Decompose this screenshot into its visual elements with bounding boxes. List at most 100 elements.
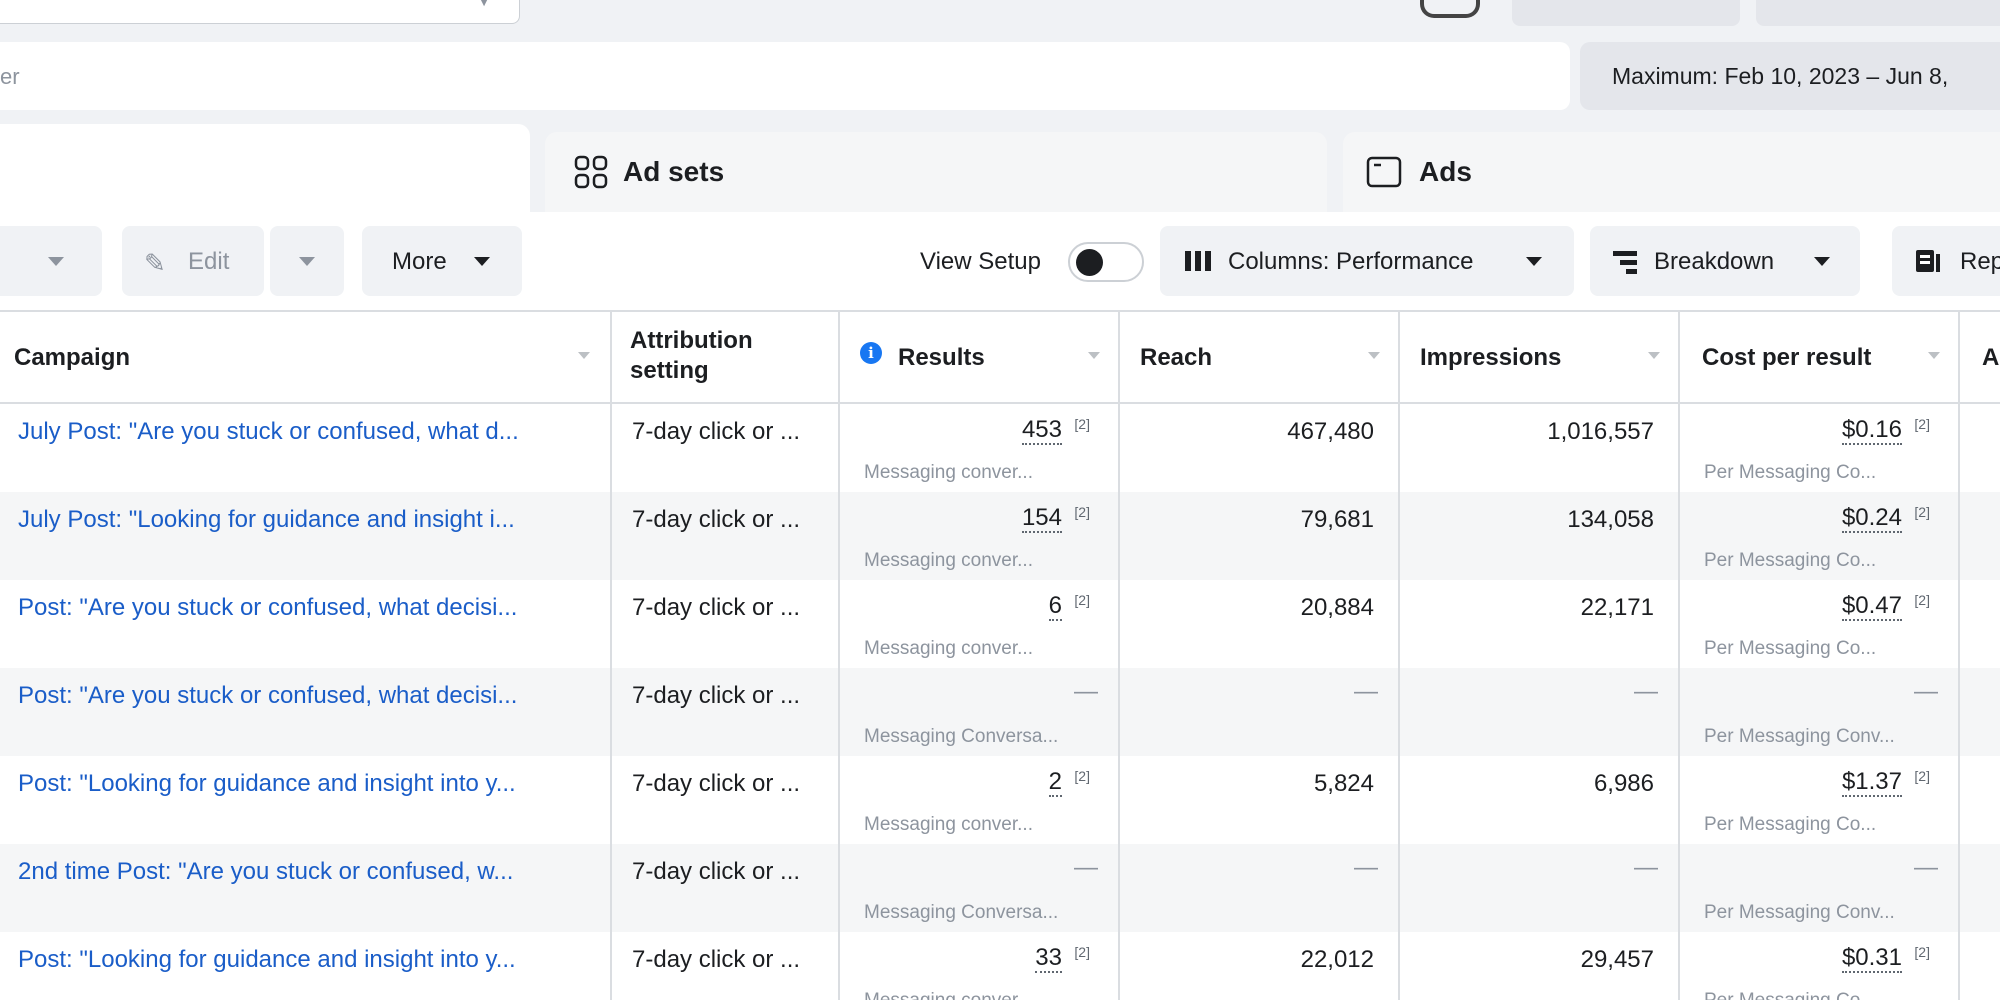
edit-button[interactable]: ✎ Edit <box>122 226 264 296</box>
reach-value: 467,480 <box>1287 418 1374 445</box>
results-value[interactable]: 453 <box>1021 418 1062 445</box>
header-cost-per-result[interactable]: Cost per result <box>1680 312 1960 402</box>
table-row[interactable]: Post: "Are you stuck or confused, what d… <box>0 580 2000 668</box>
more-label: More <box>392 248 447 275</box>
next-cell <box>1960 932 2000 1000</box>
tab-ads[interactable]: Ads <box>1343 132 2000 222</box>
results-value[interactable]: 154 <box>1021 506 1062 533</box>
impressions-cell: 6,986 <box>1400 756 1680 844</box>
table-row[interactable]: Post: "Are you stuck or confused, what d… <box>0 668 2000 756</box>
campaign-name-link[interactable]: Post: "Looking for guidance and insight … <box>18 946 516 974</box>
results-cell: — Messaging Conversa... <box>840 844 1120 932</box>
edit-dropdown-button[interactable] <box>270 226 344 296</box>
next-cell <box>1960 580 2000 668</box>
cost-footnote: [2] <box>1914 768 1930 784</box>
results-type: Messaging Conversa... <box>864 902 1059 923</box>
impressions-value: — <box>1634 678 1658 705</box>
results-value[interactable]: 6 <box>1048 594 1062 621</box>
cost-cell: $0.16 [2] Per Messaging Co... <box>1680 404 1960 492</box>
cost-value[interactable]: $0.24 <box>1841 506 1902 533</box>
attribution-cell: 7-day click or ... <box>612 580 840 668</box>
campaign-name-link[interactable]: July Post: "Are you stuck or confused, w… <box>18 418 519 446</box>
top-button-1[interactable] <box>1512 0 1740 26</box>
campaign-name-link[interactable]: Post: "Looking for guidance and insight … <box>18 770 516 798</box>
date-range-button[interactable]: Maximum: Feb 10, 2023 – Jun 8, <box>1580 42 2000 110</box>
results-type: Messaging conver... <box>864 638 1033 659</box>
results-value[interactable]: 33 <box>1035 946 1062 973</box>
impressions-cell: 1,016,557 <box>1400 404 1680 492</box>
table-row[interactable]: Post: "Looking for guidance and insight … <box>0 756 2000 844</box>
table-row[interactable]: July Post: "Are you stuck or confused, w… <box>0 404 2000 492</box>
header-impressions-label: Impressions <box>1420 344 1562 371</box>
tab-ad-sets[interactable]: Ad sets <box>545 132 1327 222</box>
results-value[interactable]: 2 <box>1048 770 1062 797</box>
toolbar: ✎ Edit More View Setup Columns: Performa… <box>0 212 2000 310</box>
edit-label: Edit <box>188 248 230 275</box>
results-type: Messaging Conversa... <box>864 726 1059 747</box>
reports-label: Rep <box>1960 248 2000 275</box>
tab-ad-sets-label: Ad sets <box>623 156 725 187</box>
header-attribution[interactable]: Attribution setting <box>612 312 840 402</box>
sort-icon[interactable] <box>1088 352 1100 359</box>
header-results[interactable]: i Results <box>840 312 1120 402</box>
reports-button[interactable]: Rep <box>1892 226 2000 296</box>
campaign-name-link[interactable]: Post: "Are you stuck or confused, what d… <box>18 594 517 622</box>
breakdown-label: Breakdown <box>1654 248 1775 275</box>
cost-type: Per Messaging Co... <box>1704 990 1876 1000</box>
campaign-cell: July Post: "Are you stuck or confused, w… <box>0 404 612 492</box>
top-strip: ▼ <box>0 0 2000 34</box>
results-type: Messaging conver... <box>864 550 1033 571</box>
search-filter-input[interactable]: er <box>0 42 1570 110</box>
chevron-down-icon <box>1526 257 1542 266</box>
impressions-value: 6,986 <box>1593 770 1654 797</box>
header-results-label: Results <box>898 344 985 371</box>
results-footnote: [2] <box>1074 416 1090 432</box>
next-cell <box>1960 404 2000 492</box>
cost-cell: — Per Messaging Conv... <box>1680 844 1960 932</box>
results-cell: 154 [2] Messaging conver... <box>840 492 1120 580</box>
columns-icon <box>1185 251 1211 271</box>
header-campaign-label: Campaign <box>14 344 131 371</box>
table-row[interactable]: Post: "Looking for guidance and insight … <box>0 932 2000 1000</box>
impressions-cell: 29,457 <box>1400 932 1680 1000</box>
header-next[interactable]: A <box>1960 312 2000 402</box>
reach-value: — <box>1354 854 1378 881</box>
sort-icon[interactable] <box>1928 352 1940 359</box>
table-row[interactable]: July Post: "Looking for guidance and ins… <box>0 492 2000 580</box>
top-button-2[interactable] <box>1756 0 2000 26</box>
reach-cell: 22,012 <box>1120 932 1400 1000</box>
cost-value[interactable]: $0.16 <box>1841 418 1902 445</box>
results-footnote: [2] <box>1074 592 1090 608</box>
reports-icon <box>1916 250 1940 272</box>
sort-icon[interactable] <box>578 352 590 359</box>
campaign-name-link[interactable]: 2nd time Post: "Are you stuck or confuse… <box>18 858 513 886</box>
sort-icon[interactable] <box>1648 352 1660 359</box>
more-button[interactable]: More <box>362 226 522 296</box>
header-reach[interactable]: Reach <box>1120 312 1400 402</box>
columns-button[interactable]: Columns: Performance <box>1160 226 1574 296</box>
cost-value[interactable]: $0.47 <box>1841 594 1902 621</box>
refresh-icon[interactable] <box>1420 0 1480 18</box>
reach-value: 5,824 <box>1313 770 1374 797</box>
campaign-name-link[interactable]: Post: "Are you stuck or confused, what d… <box>18 682 517 710</box>
campaign-name-link[interactable]: July Post: "Looking for guidance and ins… <box>18 506 515 534</box>
attribution-value: 7-day click or ... <box>632 418 801 445</box>
impressions-cell: — <box>1400 844 1680 932</box>
cost-value[interactable]: $0.31 <box>1841 946 1902 973</box>
results-type: Messaging conver... <box>864 462 1033 483</box>
table-row[interactable]: 2nd time Post: "Are you stuck or confuse… <box>0 844 2000 932</box>
reach-value: 20,884 <box>1300 594 1374 621</box>
header-impressions[interactable]: Impressions <box>1400 312 1680 402</box>
results-cell: 6 [2] Messaging conver... <box>840 580 1120 668</box>
breakdown-button[interactable]: Breakdown <box>1590 226 1860 296</box>
view-setup-toggle[interactable] <box>1068 242 1144 282</box>
tab-campaigns[interactable] <box>0 124 530 224</box>
header-next-label: A <box>1982 344 2000 371</box>
cost-value[interactable]: $1.37 <box>1841 770 1902 797</box>
info-icon[interactable]: i <box>860 342 882 364</box>
dropdown-button[interactable] <box>0 226 102 296</box>
header-campaign[interactable]: Campaign <box>0 312 612 402</box>
account-selector[interactable]: ▼ <box>0 0 520 24</box>
results-value: — <box>1074 854 1098 881</box>
sort-icon[interactable] <box>1368 352 1380 359</box>
